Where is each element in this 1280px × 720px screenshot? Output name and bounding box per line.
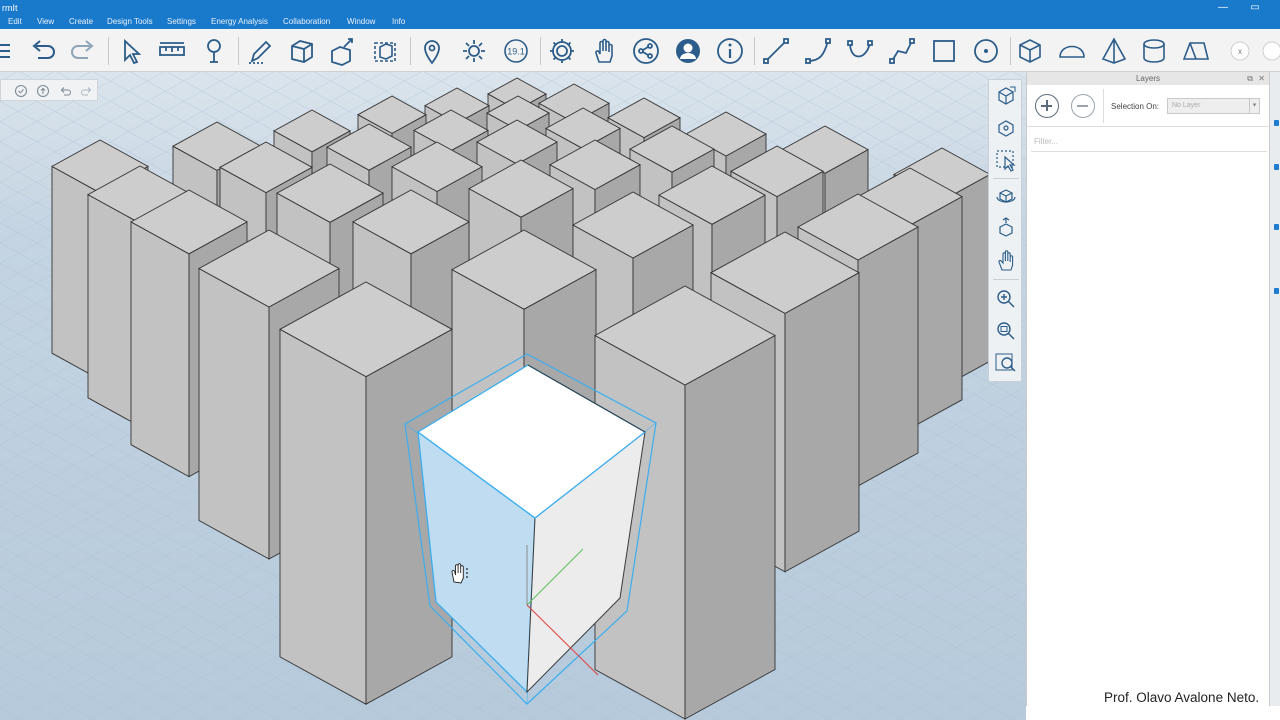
push-pull-icon[interactable] <box>328 35 360 67</box>
menu-edit[interactable]: Edit <box>8 17 22 26</box>
cylinder-icon[interactable] <box>1138 35 1170 67</box>
dome-icon[interactable] <box>1056 35 1088 67</box>
credit-watermark: Prof. Olavo Avalone Neto. <box>1104 690 1260 705</box>
layer-select-value: No Layer <box>1172 102 1201 109</box>
mini-undo-icon[interactable] <box>58 84 72 98</box>
zoom-window-icon[interactable] <box>993 318 1019 344</box>
cube-icon[interactable] <box>1014 35 1046 67</box>
curve-icon[interactable] <box>844 35 876 67</box>
pan-hand-icon[interactable] <box>993 247 1019 273</box>
panel-float-icon[interactable]: ⧉ <box>1247 72 1253 85</box>
line-icon[interactable] <box>760 35 792 67</box>
pyramid-icon[interactable] <box>1098 35 1130 67</box>
dock-tab-marker[interactable] <box>1274 120 1279 126</box>
polyline-icon[interactable] <box>886 35 918 67</box>
overflow-circle-icon[interactable] <box>1256 35 1280 67</box>
location-pin-icon[interactable] <box>416 35 448 67</box>
title-bar: rmIt — ▭ <box>0 0 1280 16</box>
menu-collaboration[interactable]: Collaboration <box>283 17 330 26</box>
dock-tab-marker[interactable] <box>1274 224 1279 230</box>
layer-filter-input[interactable] <box>1031 132 1267 152</box>
close-circle-icon[interactable]: x <box>1224 35 1256 67</box>
menu-info[interactable]: Info <box>392 17 405 26</box>
layers-panel-header: Layers ⧉ ✕ <box>1027 72 1269 85</box>
gear-icon[interactable] <box>546 35 578 67</box>
dock-tab-marker[interactable] <box>1274 288 1279 294</box>
select-icon[interactable] <box>114 35 146 67</box>
view-cube-icon[interactable] <box>993 83 1019 109</box>
share-icon[interactable] <box>630 35 662 67</box>
paint-icon[interactable] <box>198 35 230 67</box>
chevron-down-icon: ▾ <box>1249 99 1259 113</box>
menu-window[interactable]: Window <box>347 17 375 26</box>
close-label: x <box>1238 47 1242 56</box>
add-layer-button[interactable] <box>1035 94 1059 118</box>
panel-bottom-strip <box>1026 706 1280 720</box>
sketch-pencil-icon[interactable] <box>244 35 276 67</box>
look-around-icon[interactable] <box>993 215 1019 241</box>
rectangle-icon[interactable] <box>928 35 960 67</box>
dock-tab-marker[interactable] <box>1274 164 1279 170</box>
zoom-extents-icon[interactable] <box>993 350 1019 376</box>
maximize-button[interactable]: ▭ <box>1240 0 1270 16</box>
app-title: rmIt <box>2 3 18 13</box>
transform-box-icon[interactable] <box>370 35 402 67</box>
sun-icon[interactable] <box>458 35 490 67</box>
menu-design-tools[interactable]: Design Tools <box>107 17 153 26</box>
building-face[interactable] <box>857 226 919 487</box>
menu-view[interactable]: View <box>37 17 54 26</box>
menu-bar: Edit View Create Design Tools Settings E… <box>0 16 1280 29</box>
upload-icon[interactable] <box>36 84 50 98</box>
redo-icon[interactable] <box>68 35 100 67</box>
building-face[interactable] <box>198 267 270 560</box>
hand-icon[interactable] <box>588 35 620 67</box>
menu-icon[interactable] <box>0 35 18 67</box>
building-face[interactable] <box>279 328 367 705</box>
navigation-panel <box>988 79 1022 382</box>
panel-close-icon[interactable]: ✕ <box>1258 72 1265 85</box>
info-icon[interactable] <box>714 35 746 67</box>
zoom-icon[interactable] <box>993 286 1019 312</box>
right-dock-strip <box>1269 72 1280 706</box>
circle-icon[interactable] <box>970 35 1002 67</box>
user-icon[interactable] <box>672 35 704 67</box>
select-view-icon[interactable] <box>993 147 1019 173</box>
undo-icon[interactable] <box>26 35 58 67</box>
main-toolbar: 19.1 x <box>0 29 1280 72</box>
prism-icon[interactable] <box>1180 35 1212 67</box>
selection-on-label: Selection On: <box>1111 102 1160 111</box>
minimize-button[interactable]: — <box>1208 0 1238 16</box>
add-box-icon[interactable] <box>286 35 318 67</box>
mini-redo-icon[interactable] <box>80 84 94 98</box>
scene-canvas[interactable] <box>0 72 1026 720</box>
3d-viewport[interactable] <box>0 72 1026 720</box>
menu-energy-analysis[interactable]: Energy Analysis <box>211 17 268 26</box>
sun-time-icon[interactable]: 19.1 <box>500 35 532 67</box>
remove-layer-button[interactable] <box>1071 94 1095 118</box>
arc-icon[interactable] <box>802 35 834 67</box>
layers-panel: Layers ⧉ ✕ Selection On: No Layer ▾ <box>1026 72 1269 706</box>
building-face[interactable] <box>784 271 860 573</box>
building-face[interactable] <box>130 221 190 478</box>
building-face[interactable] <box>684 334 776 720</box>
layers-panel-title: Layers <box>1135 74 1160 83</box>
measure-icon[interactable] <box>156 35 188 67</box>
menu-settings[interactable]: Settings <box>167 17 196 26</box>
sun-time-badge: 19.1 <box>507 47 525 57</box>
viewport-mini-toolbar <box>0 79 98 101</box>
menu-create[interactable]: Create <box>69 17 93 26</box>
check-icon[interactable] <box>14 84 28 98</box>
orbit-icon[interactable] <box>993 183 1019 209</box>
home-view-icon[interactable] <box>993 115 1019 141</box>
layer-select[interactable]: No Layer ▾ <box>1167 98 1260 114</box>
